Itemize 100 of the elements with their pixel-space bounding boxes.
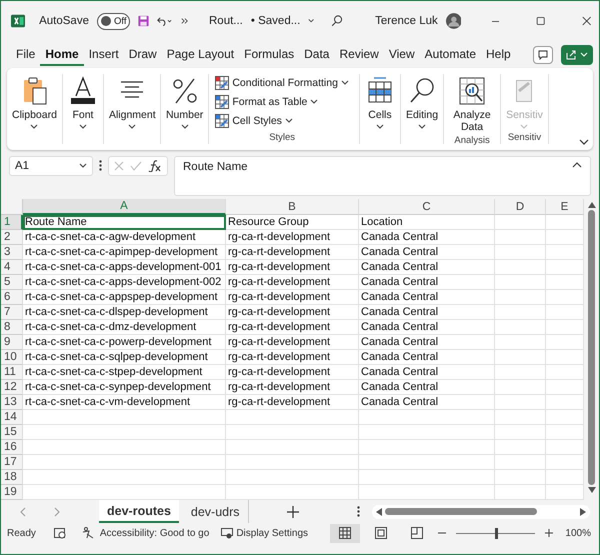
- name-box[interactable]: A1: [9, 156, 93, 176]
- table-cell: [495, 320, 546, 335]
- scroll-down-icon: [588, 487, 596, 493]
- table-cell: Canada Central: [359, 335, 495, 350]
- column-header[interactable]: E: [546, 199, 584, 215]
- sensitivity-icon: [516, 80, 532, 102]
- ribbon-button[interactable]: Clipboard: [8, 74, 61, 132]
- menu-tab[interactable]: Formulas: [239, 43, 300, 66]
- row-header[interactable]: 7: [1, 305, 23, 320]
- menu-tab[interactable]: Home: [40, 43, 84, 66]
- menu-tab[interactable]: Data: [299, 43, 334, 66]
- row-header[interactable]: 1: [1, 215, 23, 230]
- column-header[interactable]: C: [359, 199, 495, 215]
- caret-icon: [418, 124, 426, 130]
- file-name[interactable]: Rout...: [209, 15, 243, 27]
- table-cell: Canada Central: [359, 395, 495, 410]
- share-icon: [566, 49, 577, 60]
- row-header[interactable]: 5: [1, 275, 23, 290]
- ribbon-button[interactable]: Alignment: [104, 74, 159, 132]
- share-button[interactable]: [561, 44, 593, 64]
- menu-tab[interactable]: Review: [334, 43, 384, 66]
- column-header[interactable]: A: [23, 199, 226, 215]
- formula-field[interactable]: Route Name: [174, 156, 591, 196]
- menu-tab[interactable]: Help: [481, 43, 516, 66]
- table-cell: [495, 350, 546, 365]
- table-cell: rg-ca-rt-development: [226, 335, 359, 350]
- ribbon-button[interactable]: Number: [162, 74, 208, 132]
- caret-icon: [520, 124, 528, 130]
- horizontal-scrollbar[interactable]: [372, 504, 590, 518]
- column-header[interactable]: B: [226, 199, 359, 215]
- table-cell: rt-ca-c-snet-ca-c-vm-development: [23, 395, 226, 410]
- row-header[interactable]: 3: [1, 245, 23, 260]
- table-cell: rt-ca-c-snet-ca-c-agw-development: [23, 230, 226, 245]
- analyze-data-icon: [457, 76, 488, 106]
- format-table-icon: [215, 95, 230, 109]
- row-header[interactable]: 16: [1, 440, 23, 455]
- close-icon: [582, 15, 592, 27]
- column-header[interactable]: D: [495, 199, 546, 215]
- menu-tab[interactable]: View: [384, 43, 420, 66]
- table-cell: rt-ca-c-snet-ca-c-apimpep-development: [23, 245, 226, 260]
- row-header[interactable]: 13: [1, 395, 23, 410]
- comments-button[interactable]: [533, 46, 553, 64]
- accessibility-status[interactable]: Accessibility: Good to go: [100, 528, 210, 538]
- menu-tab[interactable]: Draw: [124, 43, 162, 66]
- table-cell: rt-ca-c-snet-ca-c-powerp-development: [23, 335, 226, 350]
- row-header[interactable]: 10: [1, 350, 23, 365]
- table-cell: [495, 290, 546, 305]
- table-cell: Canada Central: [359, 380, 495, 395]
- table-cell: rg-ca-rt-development: [226, 275, 359, 290]
- ribbon-command[interactable]: Cell Styles: [211, 112, 353, 130]
- caret-icon: [308, 18, 315, 24]
- row-header[interactable]: 2: [1, 230, 23, 245]
- view-button[interactable]: [330, 524, 360, 542]
- sheet-tab[interactable]: dev-routes: [99, 500, 179, 523]
- ribbon-button[interactable]: Font: [64, 74, 102, 132]
- menu-tab[interactable]: Page Layout: [162, 43, 240, 66]
- user-name[interactable]: Terence Luk: [375, 15, 438, 27]
- table-cell: [495, 440, 546, 455]
- table-cell: rt-ca-c-snet-ca-c-dlspep-development: [23, 305, 226, 320]
- display-settings-button[interactable]: Display Settings: [221, 528, 308, 538]
- ribbon-button[interactable]: Editing: [402, 74, 442, 132]
- table-cell: rt-ca-c-snet-ca-c-sqlpep-development: [23, 350, 226, 365]
- table-cell: rt-ca-c-snet-ca-c-stpep-development: [23, 365, 226, 380]
- row-header[interactable]: 14: [1, 410, 23, 425]
- row-header[interactable]: 8: [1, 320, 23, 335]
- comment-icon: [538, 50, 548, 60]
- table-cell: rg-ca-rt-development: [226, 290, 359, 305]
- ribbon-button[interactable]: Cells: [360, 74, 399, 132]
- row-header[interactable]: 4: [1, 260, 23, 275]
- row-header[interactable]: 6: [1, 290, 23, 305]
- autosave-toggle[interactable]: Off: [96, 12, 130, 30]
- scroll-left-icon: [376, 508, 382, 516]
- table-cell: [495, 410, 546, 425]
- zoom-level[interactable]: 100%: [565, 528, 591, 538]
- scroll-up-icon: [588, 202, 596, 208]
- table-cell: rt-ca-c-snet-ca-c-dmz-development: [23, 320, 226, 335]
- ribbon-command[interactable]: Format as Table: [211, 93, 353, 111]
- caret-icon: [376, 124, 384, 130]
- ribbon-button[interactable]: Analyze Data: [445, 74, 500, 135]
- table-cell: Canada Central: [359, 260, 495, 275]
- normal-view-icon: [338, 527, 351, 539]
- cell-styles-icon: [215, 114, 230, 128]
- row-header[interactable]: 11: [1, 365, 23, 380]
- menu-tab[interactable]: Automate: [420, 43, 482, 66]
- previous-sheet-icon: [19, 506, 27, 516]
- page-break-icon: [410, 527, 423, 539]
- row-header[interactable]: 12: [1, 380, 23, 395]
- row-header[interactable]: 19: [1, 485, 23, 500]
- row-header[interactable]: 17: [1, 455, 23, 470]
- menu-tab[interactable]: Insert: [84, 43, 124, 66]
- display-settings-icon: [221, 528, 234, 538]
- menu-tab[interactable]: File: [11, 43, 40, 66]
- row-header[interactable]: 18: [1, 470, 23, 485]
- table-cell: [495, 305, 546, 320]
- ribbon-command[interactable]: Conditional Formatting: [211, 74, 353, 92]
- table-cell: rg-ca-rt-development: [226, 365, 359, 380]
- row-header[interactable]: 15: [1, 425, 23, 440]
- row-header[interactable]: 9: [1, 335, 23, 350]
- table-cell: Canada Central: [359, 365, 495, 380]
- cancel-icon: [114, 161, 124, 171]
